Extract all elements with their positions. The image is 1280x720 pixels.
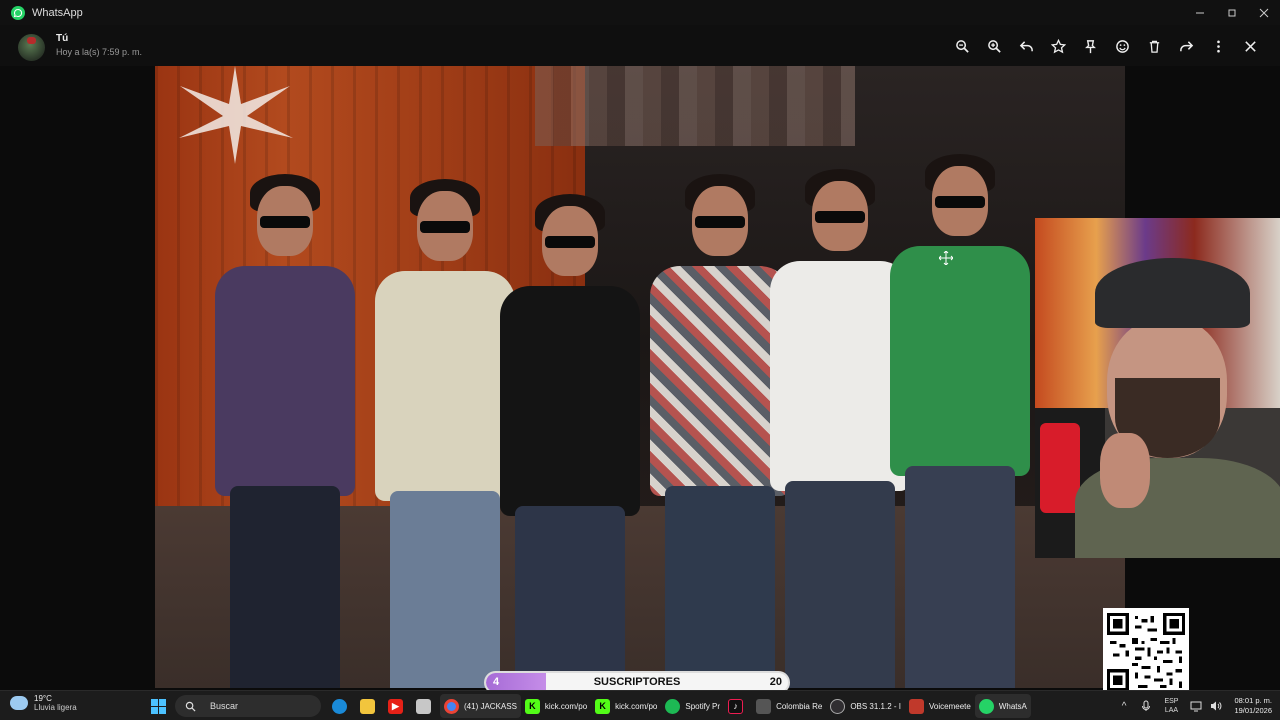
kick-icon: K bbox=[524, 698, 540, 714]
pin-icon bbox=[1084, 39, 1096, 53]
sender-name: Tú bbox=[56, 33, 69, 44]
search-placeholder: Buscar bbox=[210, 701, 239, 711]
zoom-out-button[interactable] bbox=[946, 35, 978, 57]
forward-button[interactable] bbox=[1170, 35, 1202, 57]
viewer-toolbar bbox=[946, 35, 1266, 57]
trash-icon bbox=[1149, 40, 1159, 53]
chrome-icon bbox=[444, 698, 459, 714]
emoji-icon bbox=[1115, 39, 1129, 53]
react-button[interactable] bbox=[1106, 35, 1138, 57]
rain-cloud-icon bbox=[10, 696, 28, 710]
microphone-icon[interactable] bbox=[1140, 700, 1152, 712]
subscriber-label: SUSCRIPTORES bbox=[593, 676, 681, 688]
system-tray: ^ ESP LAA 08:01 p. m. 19/01/2026 bbox=[1122, 694, 1272, 718]
avatar[interactable] bbox=[18, 34, 45, 61]
taskbar-explorer[interactable] bbox=[356, 694, 384, 718]
weather-widget[interactable]: 19°C Lluvia ligera bbox=[10, 694, 77, 712]
whatsapp-icon bbox=[978, 698, 994, 714]
windows-taskbar: 19°C Lluvia ligera Buscar ▶ (41) JACKASS… bbox=[0, 690, 1280, 720]
weather-desc: Lluvia ligera bbox=[34, 703, 77, 712]
clock-date: 19/01/2026 bbox=[1234, 706, 1272, 715]
light-flare bbox=[179, 66, 293, 164]
zoom-in-button[interactable] bbox=[978, 35, 1010, 57]
edge-icon bbox=[332, 698, 347, 714]
volume-icon[interactable] bbox=[1210, 700, 1222, 712]
qr-code bbox=[1103, 608, 1189, 696]
star-button[interactable] bbox=[1042, 35, 1074, 57]
taskbar-task-7[interactable]: WhatsA bbox=[974, 694, 1031, 718]
more-options-button[interactable] bbox=[1202, 35, 1234, 57]
zoom-in-icon bbox=[987, 39, 1001, 53]
taskbar-tiktok[interactable]: ♪ bbox=[724, 694, 752, 718]
kebab-menu-icon bbox=[1216, 40, 1220, 52]
store-icon bbox=[416, 698, 431, 714]
pixelated-area bbox=[535, 66, 855, 146]
tiktok-icon: ♪ bbox=[728, 698, 744, 714]
kick-icon: K bbox=[595, 698, 611, 714]
start-button[interactable] bbox=[151, 699, 166, 714]
taskbar-clock[interactable]: 08:01 p. m. 19/01/2026 bbox=[1234, 696, 1272, 716]
microphone bbox=[1040, 423, 1080, 513]
taskbar-youtube[interactable]: ▶ bbox=[384, 694, 412, 718]
whatsapp-logo-icon bbox=[11, 5, 25, 20]
close-icon bbox=[1244, 40, 1256, 52]
media-viewer-header: Tú Hoy a la(s) 7:59 p. m. bbox=[0, 25, 1280, 66]
move-cursor-icon bbox=[939, 251, 953, 265]
spotify-icon bbox=[665, 698, 681, 714]
taskbar-edge[interactable] bbox=[328, 694, 356, 718]
delete-button[interactable] bbox=[1138, 35, 1170, 57]
zoom-out-icon bbox=[955, 39, 969, 53]
reply-button[interactable] bbox=[1010, 35, 1042, 57]
forward-icon bbox=[1179, 40, 1193, 51]
title-bar: WhatsApp bbox=[0, 0, 1280, 25]
taskbar-store[interactable] bbox=[412, 694, 440, 718]
network-icon[interactable] bbox=[1190, 700, 1202, 712]
clock-time: 08:01 p. m. bbox=[1234, 696, 1272, 705]
media-image[interactable] bbox=[155, 66, 1125, 688]
app-title: WhatsApp bbox=[32, 6, 83, 19]
taskbar-task-1[interactable]: K kick.com/po bbox=[521, 694, 591, 718]
person bbox=[885, 154, 1035, 688]
message-time: Hoy a la(s) 7:59 p. m. bbox=[56, 47, 143, 57]
maximize-button[interactable] bbox=[1216, 0, 1248, 25]
subscriber-goal: 20 bbox=[769, 676, 782, 688]
minimize-button[interactable] bbox=[1184, 0, 1216, 25]
webcam-overlay bbox=[1035, 218, 1280, 558]
reply-icon bbox=[1019, 40, 1033, 51]
taskbar-task-5[interactable]: OBS 31.1.2 - I bbox=[826, 694, 905, 718]
person bbox=[210, 174, 360, 688]
taskbar-task-3[interactable]: Spotify Pr bbox=[661, 694, 724, 718]
language-indicator[interactable]: ESP LAA bbox=[1164, 697, 1178, 715]
voicemeeter-icon bbox=[909, 698, 925, 714]
folder-icon bbox=[360, 698, 375, 714]
taskbar-task-4[interactable]: Colombia Re bbox=[752, 694, 826, 718]
search-icon bbox=[185, 701, 196, 712]
taskbar-apps: ▶ (41) JACKASS K kick.com/po K kick.com/… bbox=[328, 694, 1031, 718]
pin-button[interactable] bbox=[1074, 35, 1106, 57]
person bbox=[495, 194, 645, 688]
obs-icon bbox=[830, 698, 846, 714]
close-viewer-button[interactable] bbox=[1234, 35, 1266, 57]
star-icon bbox=[1050, 38, 1066, 53]
youtube-icon: ▶ bbox=[388, 698, 403, 714]
colombia-icon bbox=[756, 698, 772, 714]
taskbar-search[interactable]: Buscar bbox=[175, 695, 321, 717]
taskbar-task-2[interactable]: K kick.com/po bbox=[591, 694, 661, 718]
taskbar-task-6[interactable]: Voicemeete bbox=[905, 694, 975, 718]
tray-chevron-up-icon[interactable]: ^ bbox=[1122, 701, 1127, 712]
taskbar-task-0[interactable]: (41) JACKASS bbox=[440, 694, 521, 718]
close-window-button[interactable] bbox=[1248, 0, 1280, 25]
weather-temp: 19°C bbox=[34, 694, 52, 703]
